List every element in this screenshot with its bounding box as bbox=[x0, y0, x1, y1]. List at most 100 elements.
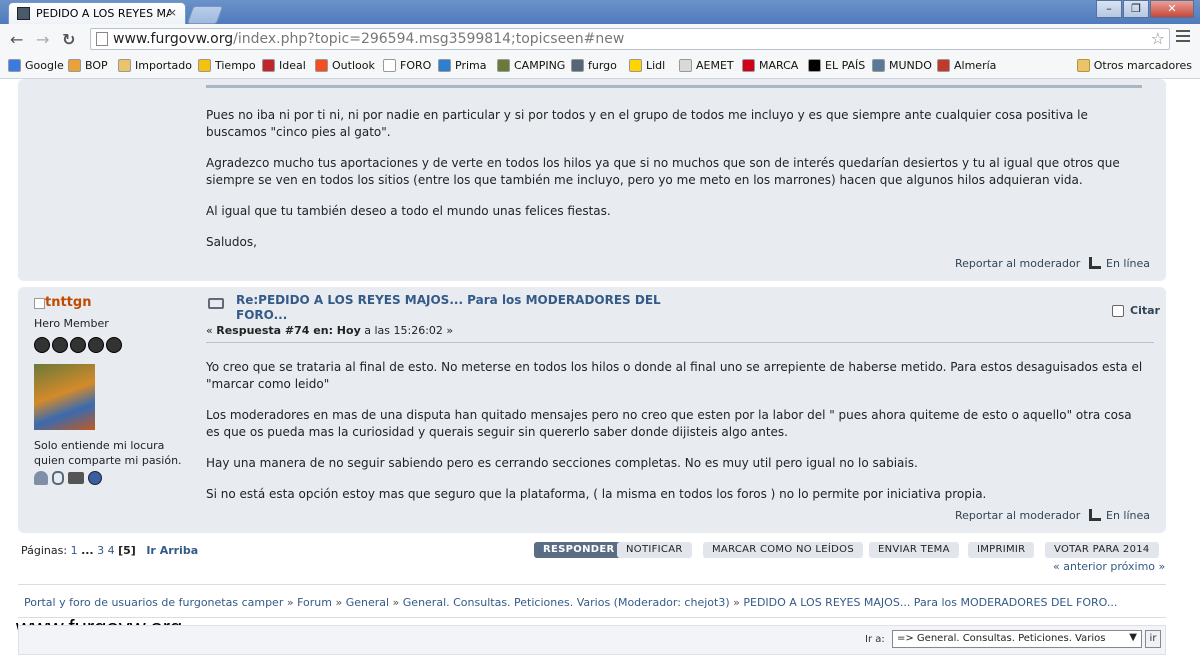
bookmark-item[interactable]: AEMET bbox=[679, 59, 734, 72]
print-button[interactable]: IMPRIMIR bbox=[968, 542, 1035, 558]
bookmark-label: Google bbox=[25, 59, 64, 72]
breadcrumb-link[interactable]: General bbox=[346, 596, 389, 609]
notify-button[interactable]: NOTIFICAR bbox=[617, 542, 692, 558]
jump-label: Ir a: bbox=[865, 634, 885, 645]
bookmark-icon bbox=[571, 59, 584, 72]
camera-icon[interactable] bbox=[68, 472, 84, 484]
jump-select[interactable]: => General. Consultas. Peticiones. Vario… bbox=[892, 630, 1142, 648]
post-subject-link[interactable]: Re:PEDIDO A LOS REYES MAJOS... Para los … bbox=[236, 293, 666, 323]
post-divider bbox=[206, 342, 1154, 343]
profile-icon[interactable] bbox=[34, 471, 48, 485]
bookmark-icon bbox=[68, 59, 81, 72]
browser-toolbar: ← → ↻ www.furgovw.org/index.php?topic=29… bbox=[0, 24, 1200, 57]
bookmark-item[interactable]: Google bbox=[8, 59, 64, 72]
minimize-button[interactable]: – bbox=[1096, 0, 1122, 18]
quote-icon bbox=[1112, 304, 1124, 317]
bookmark-item[interactable]: MUNDO bbox=[872, 59, 932, 72]
post-paragraph: Saludos, bbox=[206, 235, 257, 249]
breadcrumb-link[interactable]: General. Consultas. Peticiones. Varios (… bbox=[403, 596, 730, 609]
bookmark-label: EL PAÍS bbox=[825, 59, 866, 72]
breadcrumb-link[interactable]: Forum bbox=[297, 596, 332, 609]
breadcrumb-link[interactable]: Portal y foro de usuarios de furgonetas … bbox=[24, 596, 283, 609]
close-window-button[interactable]: ✕ bbox=[1150, 0, 1194, 18]
bookmark-icon bbox=[629, 59, 642, 72]
next-topic-link[interactable]: próximo » bbox=[1110, 560, 1165, 573]
bookmark-item[interactable]: Lidl bbox=[629, 59, 665, 72]
bookmark-item[interactable]: Almería bbox=[937, 59, 996, 72]
url-text[interactable]: www.furgovw.org/index.php?topic=296594.m… bbox=[113, 31, 624, 47]
breadcrumb-separator: » bbox=[283, 596, 298, 609]
breadcrumb: Portal y foro de usuarios de furgonetas … bbox=[24, 596, 1117, 609]
forum-post: tnttgn Hero Member Solo entiende mi locu… bbox=[18, 287, 1166, 533]
post-paragraph: Al igual que tu también deseo a todo el … bbox=[206, 204, 611, 218]
post-paragraph: Pues no iba ni por ti ni, ni por nadie e… bbox=[206, 108, 1088, 139]
signature-line: quien comparte mi pasión. bbox=[34, 454, 182, 467]
folder-icon bbox=[1076, 59, 1090, 72]
bookmark-item[interactable]: Prima bbox=[438, 59, 486, 72]
bookmark-item[interactable]: Ideal bbox=[262, 59, 306, 72]
bookmark-label: Importado bbox=[135, 59, 192, 72]
browser-titlebar: PEDIDO A LOS REYES MAJOS... × – ❐ ✕ bbox=[0, 0, 1200, 24]
send-topic-button[interactable]: ENVIAR TEMA bbox=[869, 542, 959, 558]
mark-unread-button[interactable]: MARCAR COMO NO LEÍDOS bbox=[703, 542, 863, 558]
bookmark-icon bbox=[315, 59, 328, 72]
bookmark-icon bbox=[262, 59, 275, 72]
maximize-button[interactable]: ❐ bbox=[1123, 0, 1149, 18]
report-moderator-link[interactable]: Reportar al moderador bbox=[955, 509, 1080, 522]
breadcrumb-separator: » bbox=[331, 596, 346, 609]
report-moderator-link[interactable]: Reportar al moderador bbox=[955, 257, 1080, 270]
bookmark-icon bbox=[497, 59, 510, 72]
online-label: En línea bbox=[1106, 509, 1151, 522]
forum-post: Pues no iba ni por ti ni, ni por nadie e… bbox=[18, 79, 1166, 281]
jump-go-button[interactable]: ir bbox=[1145, 630, 1161, 648]
forward-icon[interactable]: → bbox=[36, 30, 49, 49]
bookmark-icon bbox=[8, 59, 21, 72]
address-bar[interactable]: www.furgovw.org/index.php?topic=296594.m… bbox=[90, 28, 1170, 50]
breadcrumb-link[interactable]: PEDIDO A LOS REYES MAJOS... Para los MOD… bbox=[743, 596, 1117, 609]
divider bbox=[18, 617, 1166, 618]
new-tab-button[interactable] bbox=[186, 6, 224, 24]
topic-actions: RESPONDER NOTIFICAR MARCAR COMO NO LEÍDO… bbox=[0, 542, 1200, 560]
reply-number: Respuesta #74 en: Hoy bbox=[216, 324, 361, 337]
post-divider bbox=[206, 85, 1142, 88]
post-topic-icon bbox=[208, 298, 224, 309]
other-bookmarks[interactable]: Otros marcadores bbox=[1076, 59, 1192, 72]
bookmark-item[interactable]: BOP bbox=[68, 59, 108, 72]
previous-topic-link[interactable]: « anterior bbox=[1053, 560, 1107, 573]
message-icon[interactable] bbox=[52, 471, 64, 485]
prev-next-nav: « anterior próximo » bbox=[1053, 560, 1165, 573]
online-status: En línea bbox=[1089, 509, 1150, 522]
vote-button[interactable]: VOTAR PARA 2014 bbox=[1045, 542, 1159, 558]
bookmark-icon bbox=[808, 59, 821, 72]
reload-icon[interactable]: ↻ bbox=[62, 30, 75, 49]
bookmark-item[interactable]: Importado bbox=[118, 59, 192, 72]
forum-page: Pues no iba ni por ti ni, ni por nadie e… bbox=[0, 79, 1200, 658]
bookmark-label: Almería bbox=[954, 59, 997, 72]
back-icon[interactable]: ← bbox=[10, 30, 23, 49]
username-link[interactable]: tnttgn bbox=[45, 295, 91, 310]
bookmark-item[interactable]: Tiempo bbox=[198, 59, 256, 72]
bookmark-label: furgo bbox=[588, 59, 617, 72]
site-favicon-icon bbox=[17, 7, 30, 20]
bookmark-item[interactable]: EL PAÍS bbox=[808, 59, 865, 72]
vw-logo-icon[interactable] bbox=[88, 471, 102, 485]
reply-button[interactable]: RESPONDER bbox=[534, 542, 624, 558]
bookmark-icon bbox=[383, 59, 396, 72]
bookmark-item[interactable]: Outlook bbox=[315, 59, 375, 72]
chrome-menu-icon[interactable] bbox=[1176, 30, 1190, 45]
rank-star-icon bbox=[106, 337, 122, 353]
quote-button[interactable]: Citar bbox=[1112, 304, 1160, 317]
window-controls: – ❐ ✕ bbox=[1095, 0, 1194, 18]
bookmark-icon bbox=[679, 59, 692, 72]
bookmark-item[interactable]: MARCA bbox=[742, 59, 798, 72]
tab-close-icon[interactable]: × bbox=[168, 6, 177, 19]
quote-label: Citar bbox=[1130, 304, 1160, 317]
bookmark-star-icon[interactable]: ☆ bbox=[1151, 29, 1165, 48]
browser-tab[interactable]: PEDIDO A LOS REYES MAJOS... × bbox=[8, 2, 186, 24]
bookmark-label: CAMPING bbox=[514, 59, 566, 72]
bookmark-item[interactable]: FORO bbox=[383, 59, 431, 72]
post-paragraph: Hay una manera de no seguir sabiendo per… bbox=[206, 456, 918, 470]
bookmark-item[interactable]: CAMPING bbox=[497, 59, 565, 72]
jump-bar: Ir a: => General. Consultas. Peticiones.… bbox=[18, 625, 1166, 655]
bookmark-item[interactable]: furgo bbox=[571, 59, 617, 72]
